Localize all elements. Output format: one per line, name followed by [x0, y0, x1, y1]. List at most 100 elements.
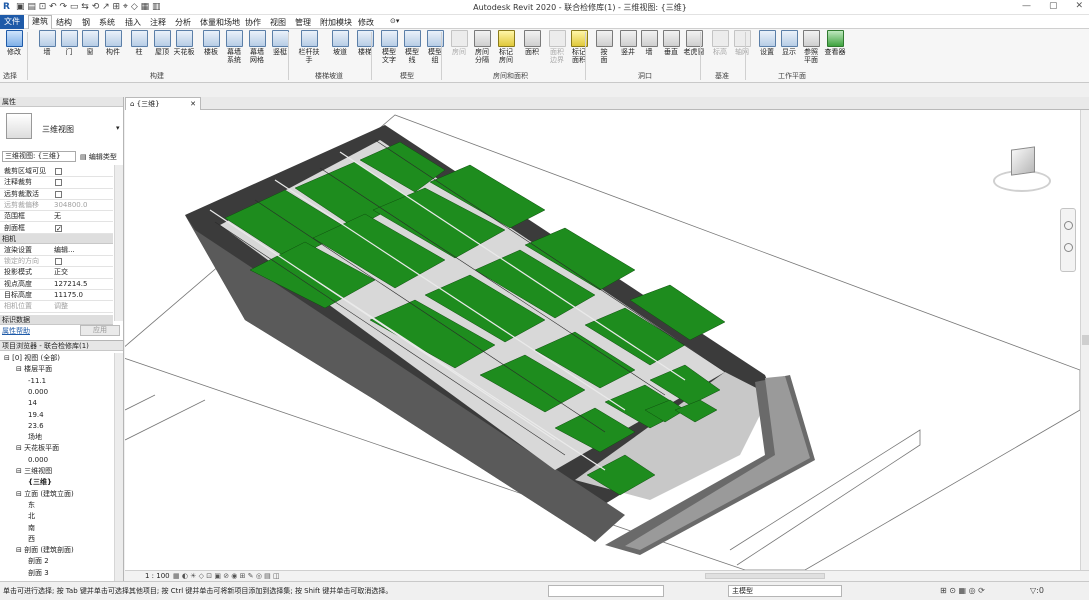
- tree-toggle-icon[interactable]: ⊟: [16, 490, 24, 498]
- horizontal-scrollbar[interactable]: [705, 573, 825, 579]
- apply-button[interactable]: 应用: [80, 325, 120, 336]
- tree-toggle-icon[interactable]: ⊟: [16, 365, 24, 373]
- identity-data-section[interactable]: 标识数据: [0, 314, 113, 325]
- browser-tree-item[interactable]: 南: [28, 524, 35, 533]
- revit-logo-icon[interactable]: R: [3, 2, 10, 12]
- ribbon-tool-29[interactable]: 轴网: [730, 30, 754, 56]
- browser-tree-item[interactable]: ⊟ 楼层平面: [16, 365, 52, 374]
- tree-toggle-icon[interactable]: ⊟: [16, 546, 24, 554]
- tab-architecture[interactable]: 建筑: [28, 15, 52, 29]
- property-value[interactable]: 无: [54, 211, 61, 222]
- ribbon-tool-15[interactable]: 模型 线: [400, 30, 424, 64]
- ribbon-tool-12[interactable]: 坡道: [328, 30, 352, 56]
- ribbon-tool-18[interactable]: 房间 分隔: [470, 30, 494, 64]
- property-checkbox[interactable]: [55, 258, 62, 266]
- browser-tree-item[interactable]: 剖面 3: [28, 569, 49, 578]
- navigation-bar[interactable]: [1060, 208, 1076, 272]
- property-checkbox[interactable]: [55, 179, 62, 187]
- browser-tree-item[interactable]: ⊟ 立面 (建筑立面): [16, 490, 74, 499]
- properties-scrollbar[interactable]: [114, 165, 123, 321]
- property-value[interactable]: 正交: [54, 267, 68, 278]
- ribbon-tool-31[interactable]: 显示: [777, 30, 801, 56]
- ribbon-tool-28[interactable]: 标高: [708, 30, 732, 56]
- browser-scrollbar[interactable]: [114, 353, 123, 581]
- tree-toggle-icon[interactable]: ⊟: [4, 354, 12, 362]
- ribbon-tool-8[interactable]: 幕墙 系统: [222, 30, 246, 64]
- property-checkbox[interactable]: [55, 190, 62, 198]
- tab-insert[interactable]: 插入: [125, 17, 141, 28]
- tab-view[interactable]: 视图: [270, 17, 286, 28]
- ribbon-tool-16[interactable]: 模型 组: [423, 30, 447, 64]
- ribbon-tool-22[interactable]: 标记 面积: [567, 30, 591, 64]
- ribbon-tool-13[interactable]: 楼梯: [353, 30, 377, 56]
- status-icons[interactable]: ⊞ ⊙ ▦ ◎ ⟳: [940, 586, 985, 595]
- view-scale[interactable]: 1 : 100: [145, 571, 170, 581]
- browser-tree-item[interactable]: ⊟ 剖面 (建筑剖面): [16, 546, 74, 555]
- filter-icon[interactable]: ▽:0: [1030, 586, 1044, 595]
- canvas-scrollbar[interactable]: [1080, 110, 1089, 570]
- tab-file[interactable]: 文件: [0, 15, 24, 29]
- tree-toggle-icon[interactable]: ⊟: [16, 444, 24, 452]
- properties-help-link[interactable]: 属性帮助: [2, 326, 30, 336]
- 3d-model-view[interactable]: [125, 110, 1080, 570]
- browser-tree-item[interactable]: -11.1: [28, 377, 46, 386]
- property-value[interactable]: 304800.0: [54, 200, 87, 211]
- browser-tree-item[interactable]: 剖面 2: [28, 557, 49, 566]
- ribbon-tool-32[interactable]: 参照 平面: [799, 30, 823, 64]
- modify-button[interactable]: 修改: [2, 30, 26, 56]
- browser-tree-item[interactable]: 0.000: [28, 388, 48, 397]
- ribbon-tool-20[interactable]: 面积: [520, 30, 544, 56]
- ribbon-tool-26[interactable]: 垂直: [659, 30, 683, 56]
- property-value[interactable]: 11175.0: [54, 290, 83, 301]
- tab-analyze[interactable]: 分析: [175, 17, 191, 28]
- property-checkbox[interactable]: [55, 168, 62, 175]
- tab-structure[interactable]: 结构: [56, 17, 72, 28]
- tab-overflow-icon[interactable]: ⊙▾: [390, 17, 399, 25]
- instance-selector[interactable]: 三维视图: {三维}: [2, 151, 76, 162]
- ribbon-tool-5[interactable]: 屋顶: [150, 30, 174, 56]
- ribbon-tool-4[interactable]: 柱: [127, 30, 151, 56]
- browser-tree-item[interactable]: ⊟ 天花板平面: [16, 444, 59, 453]
- tab-addins[interactable]: 附加模块: [320, 17, 352, 28]
- browser-tree-item[interactable]: 西: [28, 535, 35, 544]
- workset-field[interactable]: 主模型: [728, 585, 842, 597]
- ribbon-tool-33[interactable]: 查看器: [823, 30, 847, 56]
- ribbon-tool-17[interactable]: 房间: [447, 30, 471, 56]
- tab-systems[interactable]: 系统: [99, 17, 115, 28]
- browser-tree-item[interactable]: 东: [28, 501, 35, 510]
- viewcube[interactable]: [993, 142, 1051, 194]
- ribbon-tool-7[interactable]: 楼板: [199, 30, 223, 56]
- window-controls[interactable]: — ▢ ✕: [1004, 1, 1083, 11]
- ribbon-tool-19[interactable]: 标记 房间: [494, 30, 518, 64]
- ribbon-tool-2[interactable]: 窗: [78, 30, 102, 56]
- edit-type-button[interactable]: ▤ 编辑类型: [80, 152, 117, 162]
- view-tab-3d[interactable]: ⌂ {三维} ✕: [125, 97, 201, 110]
- ribbon-tool-3[interactable]: 构件: [101, 30, 125, 56]
- browser-tree-item[interactable]: {三维}: [28, 478, 52, 487]
- ribbon-tool-11[interactable]: 栏杆扶手: [297, 30, 321, 64]
- ribbon-tool-21[interactable]: 面积 边界: [545, 30, 569, 64]
- ribbon-tool-6[interactable]: 天花板: [172, 30, 196, 56]
- type-selector[interactable]: 三维视图: [42, 124, 74, 135]
- browser-tree-item[interactable]: 场地: [28, 433, 42, 442]
- tab-massing-site[interactable]: 体量和场地: [200, 17, 240, 28]
- ribbon-tool-14[interactable]: 模型 文字: [377, 30, 401, 64]
- ribbon-tool-27[interactable]: 老虎窗: [682, 30, 706, 56]
- browser-tree-item[interactable]: 19.4: [28, 411, 44, 420]
- browser-tree-item[interactable]: ⊟ 三维视图: [16, 467, 52, 476]
- property-checkbox[interactable]: ✓: [55, 224, 62, 232]
- browser-tree-item[interactable]: 北: [28, 512, 35, 521]
- view-controls-icons[interactable]: ▦ ◐ ☀ ◇ ⊡ ▣ ⊘ ◉ ⊞ ✎ ◎ ▤ ◫: [173, 571, 280, 581]
- tab-steel[interactable]: 钢: [82, 17, 90, 28]
- property-value[interactable]: 调整: [54, 301, 68, 312]
- ribbon-tool-30[interactable]: 设置: [755, 30, 779, 56]
- camera-section[interactable]: 相机: [0, 233, 113, 244]
- tab-annotate[interactable]: 注释: [150, 17, 166, 28]
- browser-tree-item[interactable]: 14: [28, 399, 37, 408]
- quick-access-toolbar[interactable]: ▣ ▤ ⊡ ↶ ↷ ▭ ⇆ ⟲ ↗ ⊞ ⌖ ◇ ▦ ▥: [16, 2, 160, 12]
- drawing-area[interactable]: [125, 110, 1080, 570]
- ribbon-tool-23[interactable]: 按 面: [592, 30, 616, 64]
- property-value[interactable]: 编辑...: [54, 245, 75, 256]
- ribbon-tool-25[interactable]: 墙: [637, 30, 661, 56]
- property-value[interactable]: 127214.5: [54, 279, 87, 290]
